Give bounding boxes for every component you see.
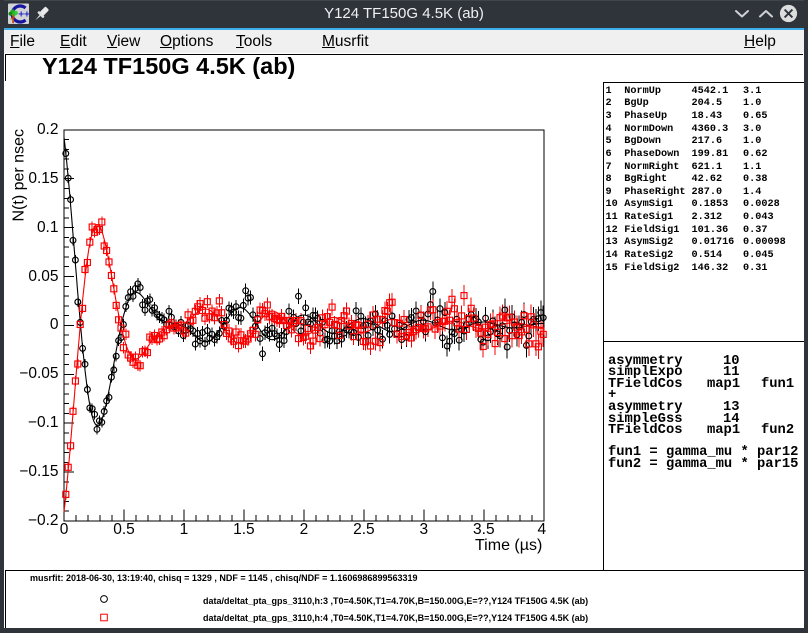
svg-text:N(t) per nsec: N(t) per nsec: [11, 129, 28, 221]
